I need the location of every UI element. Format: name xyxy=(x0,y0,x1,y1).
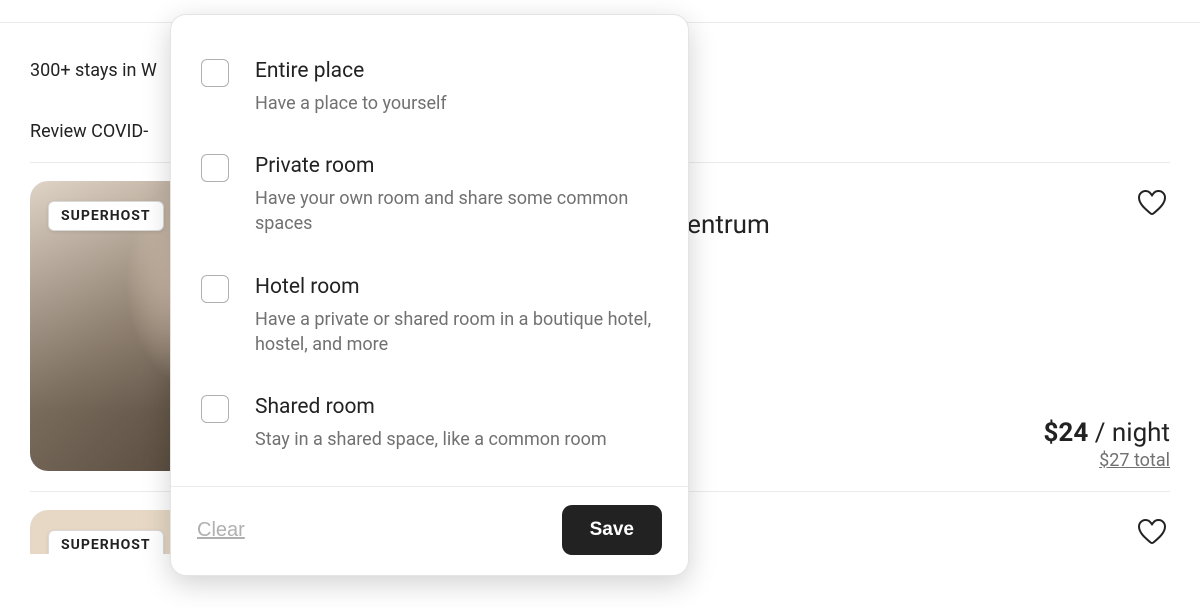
option-text: Shared room Stay in a shared space, like… xyxy=(255,395,607,452)
filter-option-hotel-room[interactable]: Hotel room Have a private or shared room… xyxy=(201,263,658,383)
option-label: Shared room xyxy=(255,395,607,419)
superhost-badge: SUPERHOST xyxy=(48,201,164,231)
heart-icon xyxy=(1136,186,1168,218)
option-description: Have a private or shared room in a bouti… xyxy=(255,307,658,357)
option-label: Entire place xyxy=(255,59,447,83)
checkbox-private-room[interactable] xyxy=(201,154,229,182)
option-label: Private room xyxy=(255,154,658,178)
option-description: Have a place to yourself xyxy=(255,91,447,116)
price-unit: / night xyxy=(1088,418,1170,448)
option-label: Hotel room xyxy=(255,275,658,299)
popover-body: Entire place Have a place to yourself Pr… xyxy=(171,15,688,486)
wishlist-heart-button[interactable] xyxy=(1134,185,1170,221)
price-amount: $24 xyxy=(1044,418,1089,448)
place-type-filter-popover: Entire place Have a place to yourself Pr… xyxy=(170,14,689,576)
checkbox-entire-place[interactable] xyxy=(201,59,229,87)
filter-option-entire-place[interactable]: Entire place Have a place to yourself xyxy=(201,45,658,142)
checkbox-hotel-room[interactable] xyxy=(201,275,229,303)
option-text: Hotel room Have a private or shared room… xyxy=(255,275,658,357)
option-description: Stay in a shared space, like a common ro… xyxy=(255,427,607,452)
option-description: Have your own room and share some common… xyxy=(255,186,658,236)
option-text: Entire place Have a place to yourself xyxy=(255,59,447,116)
save-button[interactable]: Save xyxy=(562,505,662,555)
option-text: Private room Have your own room and shar… xyxy=(255,154,658,236)
filter-option-private-room[interactable]: Private room Have your own room and shar… xyxy=(201,142,658,262)
popover-footer: Clear Save xyxy=(171,486,688,575)
checkbox-shared-room[interactable] xyxy=(201,395,229,423)
wishlist-heart-button[interactable] xyxy=(1134,514,1170,550)
superhost-badge: SUPERHOST xyxy=(48,530,164,554)
filter-option-shared-room[interactable]: Shared room Stay in a shared space, like… xyxy=(201,383,658,466)
heart-icon xyxy=(1136,515,1168,547)
clear-button[interactable]: Clear xyxy=(197,519,245,542)
